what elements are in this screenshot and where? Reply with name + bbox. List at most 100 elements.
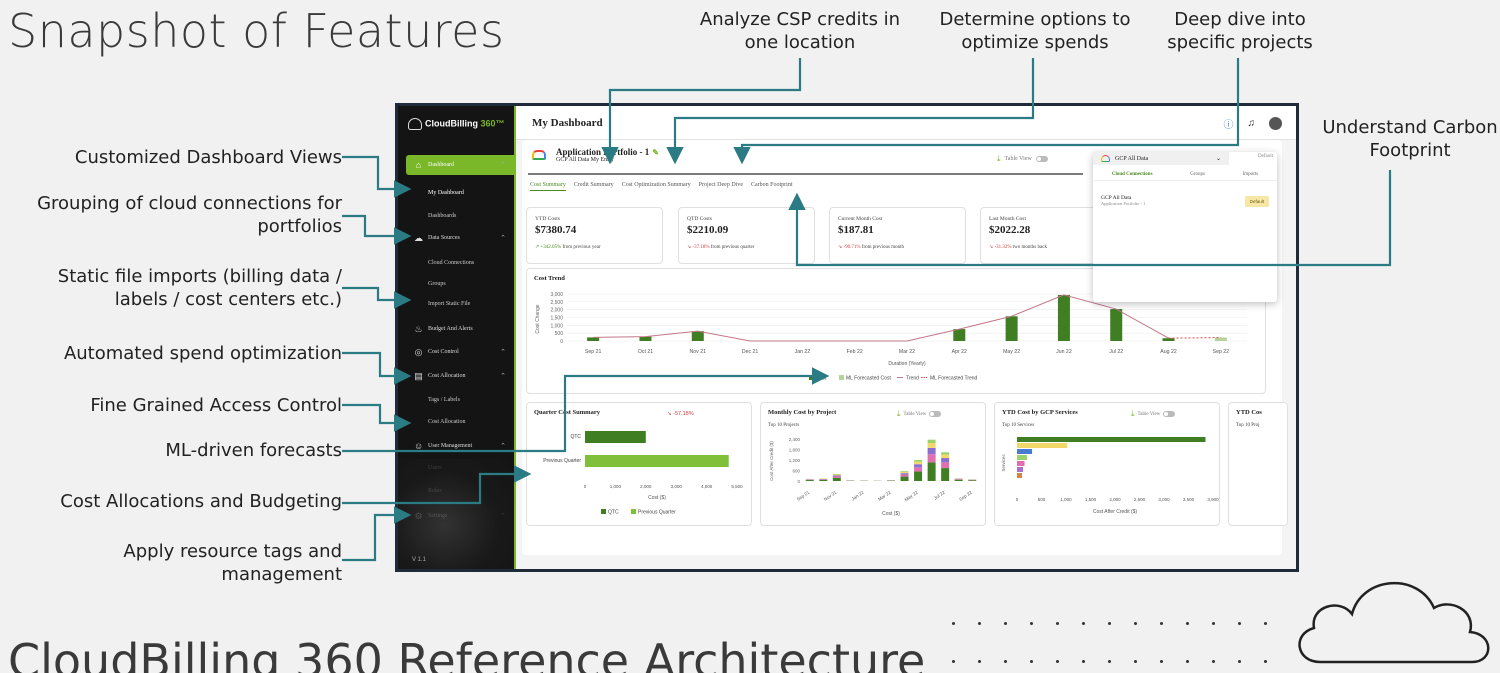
quarter-cost-chart: ↘ -57.18% QTC Previous Quarter 0 1,000 2,000 3…	[543, 411, 743, 516]
sidebar-item-dashboard[interactable]: ⌂ Dashboard ⌃	[406, 155, 514, 175]
sidebar-item-groups[interactable]: Groups	[398, 274, 514, 294]
download-icon[interactable]: ⤓	[997, 154, 1001, 164]
tab-carbon-footprint[interactable]: Carbon Footprint	[751, 182, 793, 191]
edit-icon[interactable]: ✎	[652, 148, 659, 157]
sidebar-item-cost-control[interactable]: ◎ Cost Control ⌃	[398, 342, 514, 362]
chevron-icon[interactable]: ⌃	[500, 234, 506, 242]
ytd-projects-filter[interactable]: Top 10 Proj	[1236, 423, 1260, 428]
callout-resource-tags: Apply resource tags and management	[123, 541, 342, 585]
tab-cost-summary[interactable]: Cost Summary	[530, 182, 566, 191]
chevron-down-icon[interactable]: ⌄	[1216, 155, 1221, 162]
stack-segment	[900, 476, 909, 481]
sidebar-item-cost-allocation[interactable]: ▤ Cost Allocation ⌃	[398, 366, 514, 386]
tab-project-deep-dive[interactable]: Project Deep Dive	[699, 182, 743, 191]
sidebar-item-roles[interactable]: Roles	[398, 481, 514, 501]
legend-swatch	[839, 375, 844, 380]
decorative-dots	[948, 616, 1288, 673]
y-tick-label: 3,000	[550, 292, 563, 298]
chevron-icon[interactable]: ⌃	[500, 512, 506, 520]
tab-cloud-connections[interactable]: Cloud Connections	[1112, 172, 1153, 177]
y-axis-label: Cost After Credit ($)	[769, 441, 774, 481]
cloud-icon: ☁	[414, 232, 423, 243]
ytd-services-chart: Services 0 500 1,000 1,500 2,000 2,500 3,000 3,5…	[1001, 437, 1219, 515]
stack-segment	[941, 452, 950, 455]
slide-title: Snapshot of Features	[8, 4, 505, 58]
sidebar-item-label: Cloud Connections	[428, 260, 475, 266]
service-bar	[1017, 449, 1033, 454]
chevron-icon[interactable]: ⌃	[500, 442, 506, 450]
sidebar-item-cloud-connections[interactable]: Cloud Connections	[398, 253, 514, 273]
sidebar-item-label: Import Static File	[428, 301, 471, 307]
decorative-dot	[1108, 622, 1111, 625]
table-view-toggle[interactable]: ⤓ Table View	[997, 154, 1048, 164]
stack-segment	[927, 439, 936, 444]
tab-credit-summary[interactable]: Credit Summary	[574, 182, 614, 191]
sidebar-item-tags-labels[interactable]: Tags / Labels	[398, 390, 514, 410]
default-badge[interactable]: Default	[1244, 196, 1269, 207]
google-cloud-icon	[1101, 155, 1110, 162]
toggle-switch[interactable]	[1035, 156, 1048, 162]
data-source-dropdown[interactable]: GCP All Data ⌄ Default Cloud Connections…	[1093, 152, 1277, 302]
dropdown-default[interactable]: Default	[1258, 154, 1273, 159]
cost-bar	[1005, 316, 1018, 341]
avatar[interactable]	[1269, 117, 1282, 130]
tab-groups[interactable]: Groups	[1190, 172, 1205, 177]
monthly-cost-chart: 2,400 1,800 1,200 600 0 Cost After Credit ($)…	[769, 437, 977, 517]
stack-segment	[941, 462, 950, 469]
category-label: QTC	[570, 434, 581, 440]
callout-spend-optimization: Automated spend optimization	[63, 343, 342, 364]
x-tick-label: 3,500	[1183, 497, 1195, 502]
y-axis-label: Cost Change	[535, 304, 541, 333]
dropdown-item[interactable]: GCP All Data Application Portfolio - 1	[1101, 195, 1145, 206]
quarter-bar	[585, 431, 646, 443]
bell-icon[interactable]: ♫	[1248, 118, 1256, 129]
change-percent: ↘ -57.18%	[667, 411, 694, 417]
callout-static-imports: Static file imports (billing data / labe…	[57, 266, 342, 310]
sidebar-item-import-static-file[interactable]: Import Static File	[398, 294, 514, 314]
sidebar-item-budget-and-alerts[interactable]: ♨ Budget And Alerts	[398, 319, 514, 339]
service-bar	[1017, 461, 1025, 466]
chevron-icon[interactable]: ⌃	[500, 161, 506, 169]
chevron-icon[interactable]: ⌃	[500, 348, 506, 356]
service-bar	[1017, 473, 1023, 478]
stack-segment	[832, 477, 841, 481]
sidebar-item-dashboards[interactable]: Dashboards	[398, 206, 514, 226]
sidebar-item-user-management[interactable]: ☺ User Management ⌃	[398, 436, 514, 456]
sidebar-item-my-dashboard[interactable]: My Dashboard	[398, 183, 514, 203]
x-axis-label: Cost After Credit ($)	[1093, 509, 1138, 515]
app-screenshot: CloudBilling 360™ ⌂ Dashboard ⌃ My Dashboar…	[395, 103, 1299, 572]
ytd-services-panel: YTD Cost by GCP Services Top 10 Services…	[994, 402, 1220, 526]
tab-cost-optimization-summary[interactable]: Cost Optimization Summary	[622, 182, 691, 191]
sidebar-item-cost-allocation[interactable]: Cost Allocation	[398, 412, 514, 432]
dropdown-selected[interactable]: GCP All Data	[1115, 156, 1148, 162]
sidebar-item-settings[interactable]: ⚙ Settings ⌃	[398, 506, 514, 526]
callout-carbon-footprint: Understand Carbon Footprint	[1322, 117, 1498, 161]
stack-segment	[900, 473, 909, 475]
x-tick-label: Sep 21	[585, 349, 602, 355]
x-tick-label: Jul 22	[1109, 349, 1123, 355]
brand: CloudBilling 360™	[408, 118, 505, 130]
sidebar-item-label: Users	[428, 465, 442, 471]
x-tick-label: Oct 21	[638, 349, 653, 355]
sidebar-item-label: Groups	[428, 281, 446, 287]
dashboard-content: Application Portfolio - 1 ✎ GCP All Data …	[522, 140, 1288, 555]
legend-label: Cost	[816, 376, 827, 382]
decorative-dot	[1264, 622, 1267, 625]
x-tick-label: Sep 22	[1213, 349, 1230, 355]
chevron-icon[interactable]: ⌃	[500, 372, 506, 380]
callout-customized-dashboard: Customized Dashboard Views	[74, 147, 342, 168]
sidebar-item-data-sources[interactable]: ☁ Data Sources ⌃	[398, 228, 514, 248]
stack-segment	[927, 462, 936, 481]
decorative-dot	[1160, 660, 1163, 663]
y-tick-label: 1,800	[789, 448, 801, 453]
x-tick-label: 5,500	[731, 484, 743, 489]
info-icon[interactable]: ⓘ	[1224, 116, 1234, 131]
legend-swatch	[601, 509, 606, 514]
x-tick-label: May 22	[904, 489, 919, 502]
tab-imports[interactable]: Imports	[1243, 172, 1259, 177]
quarter-cost-panel: Quarter Cost Summary ↘ -57.18% QTC Previou…	[526, 402, 752, 526]
sidebar-item-users[interactable]: Users	[398, 458, 514, 478]
x-tick-label: 1,500	[1085, 497, 1097, 502]
x-tick-label: 3,000	[671, 484, 683, 489]
cost-bar	[691, 331, 704, 341]
